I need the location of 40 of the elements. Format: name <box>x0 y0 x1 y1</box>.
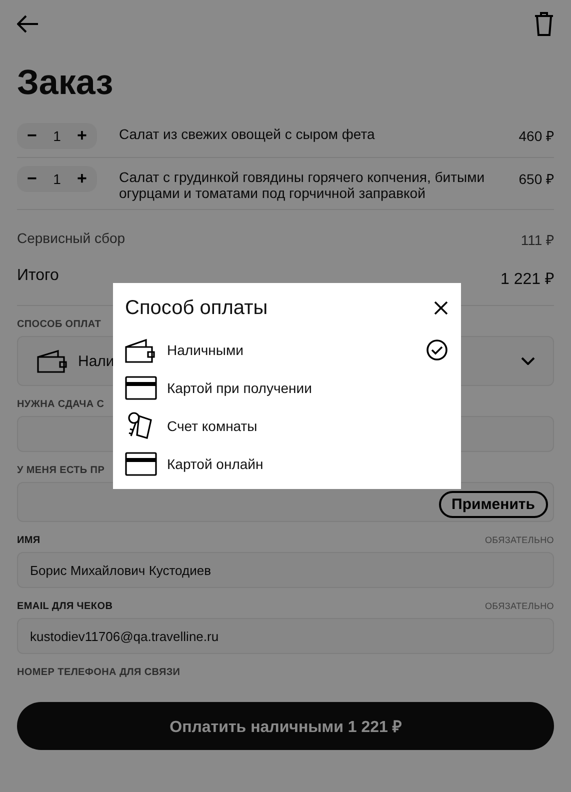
increase-button[interactable]: + <box>75 126 89 146</box>
payment-option[interactable]: Счет комнаты <box>125 407 448 445</box>
item-price: 460 ₽ <box>518 127 554 145</box>
field-label: ИМЯ <box>17 535 40 546</box>
quantity: 1 <box>53 171 61 187</box>
service-fee-label: Сервисный сбор <box>17 230 126 248</box>
field-label: EMAIL ДЛЯ ЧЕКОВ <box>17 601 113 612</box>
email-input[interactable]: kustodiev11706@qa.travelline.ru <box>17 618 554 654</box>
close-icon[interactable] <box>434 301 448 315</box>
service-fee-value: 111 ₽ <box>520 231 554 249</box>
required-label: ОБЯЗАТЕЛЬНО <box>484 535 554 546</box>
field-label: У МЕНЯ ЕСТЬ ПР <box>17 465 105 476</box>
back-arrow-icon[interactable] <box>17 15 39 33</box>
decrease-button[interactable]: − <box>25 169 39 189</box>
required-label: ОБЯЗАТЕЛЬНО <box>484 601 554 612</box>
chevron-down-icon <box>521 357 535 365</box>
item-price: 650 ₽ <box>518 170 554 188</box>
dialog-title: Способ оплаты <box>125 296 268 320</box>
trash-icon[interactable] <box>534 12 554 36</box>
apply-button[interactable]: Применить <box>438 491 548 518</box>
payment-option[interactable]: Наличными <box>125 331 448 369</box>
quantity: 1 <box>53 128 61 144</box>
field-label: НОМЕР ТЕЛЕФОНА ДЛЯ СВЯЗИ <box>17 667 180 678</box>
payment-option[interactable]: Картой онлайн <box>125 445 448 483</box>
wallet-icon <box>125 337 157 363</box>
pay-button[interactable]: Оплатить наличными 1 221 ₽ <box>17 702 554 750</box>
card-icon <box>125 452 157 476</box>
item-name: Салат с грудинкой говядины горячего копчения, битыми огурцами и томатами под горчичной заправкой <box>119 168 486 201</box>
page-title: Заказ <box>17 63 114 103</box>
field-label: СПОСОБ ОПЛАТ <box>17 319 102 330</box>
decrease-button[interactable]: − <box>25 126 39 146</box>
total-value: 1 221 ₽ <box>500 270 554 289</box>
payment-option[interactable]: Картой при получении <box>125 369 448 407</box>
name-input[interactable]: Борис Михайлович Кустодиев <box>17 552 554 588</box>
wallet-icon <box>36 349 68 373</box>
item-name: Салат из свежих овощей с сыром фета <box>119 125 376 142</box>
card-icon <box>125 376 157 400</box>
increase-button[interactable]: + <box>75 169 89 189</box>
total-label: Итого <box>17 267 59 286</box>
field-label: НУЖНА СДАЧА С <box>17 399 104 410</box>
